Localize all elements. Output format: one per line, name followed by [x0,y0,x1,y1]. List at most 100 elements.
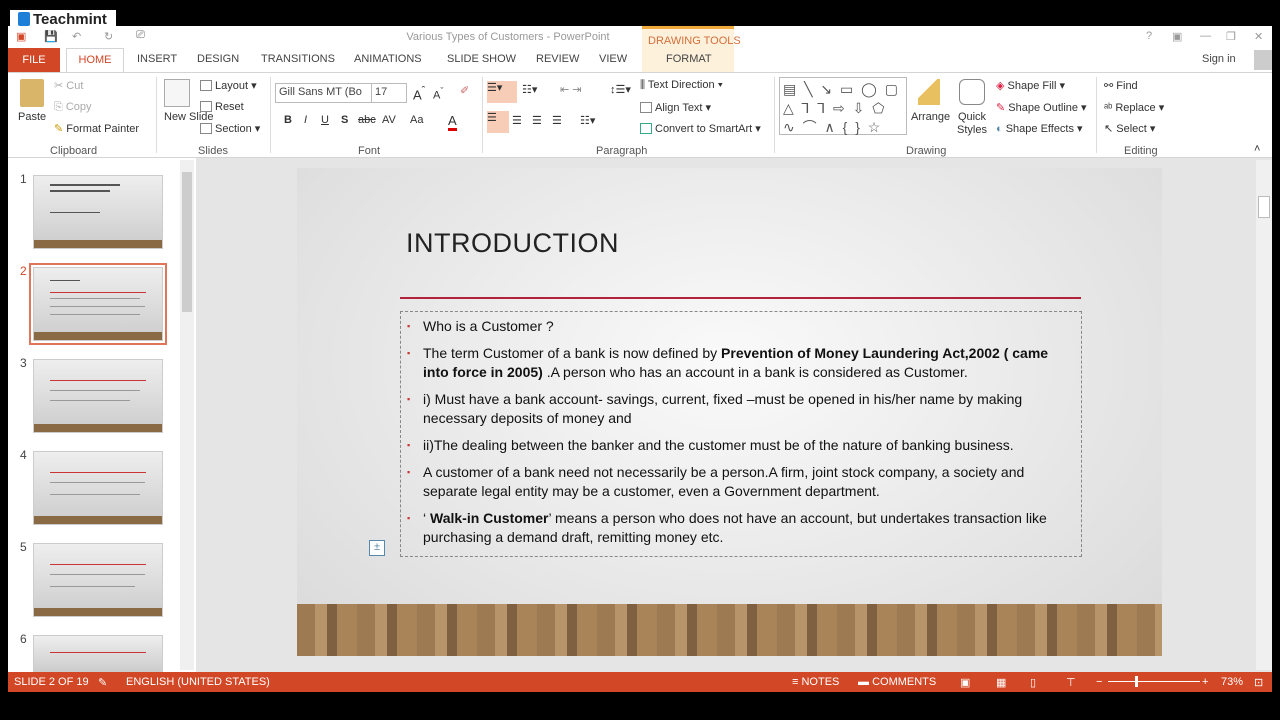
slide-thumbnail-3[interactable] [33,359,163,433]
comments-button[interactable]: ▬ COMMENTS [858,676,936,688]
line-spacing-button[interactable]: ↕☰▾ [610,83,631,96]
shape-effects-button[interactable]: ◐ Shape Effects ▾ [996,122,1083,135]
text-direction-button[interactable]: ⫼ Text Direction ▾ [640,79,723,92]
notes-button[interactable]: ≡ NOTES [792,676,839,688]
align-left-button[interactable]: ☰ [487,111,509,133]
reset-button[interactable]: Reset [200,101,244,113]
tab-file[interactable]: FILE [8,48,60,72]
character-spacing-button[interactable]: AV [382,114,396,126]
bullets-button[interactable]: ☰▾ [487,81,517,103]
autofit-options-icon[interactable]: ± [369,540,385,556]
select-button[interactable]: ↖ Select ▾ [1104,122,1155,135]
divider [270,77,271,153]
slide-sorter-icon[interactable]: ▦ [996,676,1006,689]
columns-button[interactable]: ☷▾ [580,114,595,127]
zoom-slider[interactable] [1108,681,1200,682]
bold-button[interactable]: B [284,114,292,126]
thumbnail-scrollbar[interactable] [180,160,194,670]
format-painter-button[interactable]: ✎ Format Painter [54,122,139,135]
group-slides: Slides [198,145,228,157]
paste-icon[interactable] [20,79,44,107]
sign-in-link[interactable]: Sign in [1202,53,1236,65]
align-center-button[interactable]: ☰ [512,114,522,127]
tab-animations[interactable]: ANIMATIONS [354,53,422,65]
close-button[interactable]: ✕ [1254,30,1263,43]
section-button[interactable]: Section ▾ [200,122,260,135]
arrange-button[interactable]: Arrange [911,111,950,123]
shape-fill-label: Shape Fill [1007,80,1057,92]
tab-insert[interactable]: INSERT [137,53,177,65]
find-button[interactable]: ⚯ Find [1104,79,1138,92]
shape-outline-button[interactable]: ✎ Shape Outline ▾ [996,101,1087,114]
numbering-button[interactable]: ☷▾ [522,83,537,96]
italic-button[interactable]: I [304,114,307,126]
language-indicator[interactable]: ENGLISH (UNITED STATES) [126,676,270,688]
smartart-label: Convert to SmartArt [655,123,753,135]
font-color-button[interactable]: A [448,113,457,131]
zoom-slider-thumb[interactable] [1135,676,1138,687]
quick-styles-icon[interactable] [959,79,985,105]
text-direction-label: Text Direction [647,79,715,91]
copy-button[interactable]: ⎘ Copy [54,101,92,114]
shrink-font-icon[interactable]: Aˇ [433,86,443,102]
slide-counter: SLIDE 2 OF 19 [14,676,89,688]
slideshow-view-icon[interactable]: ⊤ [1066,676,1076,689]
avatar[interactable] [1254,50,1272,70]
decrease-indent-button[interactable]: ⇤ ⇥ [560,83,582,96]
clear-formatting-icon[interactable]: ✐ [460,84,469,97]
minimize-button[interactable]: — [1200,30,1211,42]
tab-review[interactable]: REVIEW [536,53,579,65]
zoom-in-button[interactable]: + [1202,676,1208,688]
tab-home[interactable]: HOME [66,48,124,73]
shadow-button[interactable]: S [341,114,348,126]
maximize-button[interactable]: ❐ [1226,30,1236,43]
grow-font-icon[interactable]: Aˆ [413,85,425,102]
quick-styles-button[interactable]: Quick Styles [954,111,990,137]
align-right-button[interactable]: ☰ [532,114,542,127]
shape-fill-button[interactable]: ◈ Shape Fill ▾ [996,79,1065,92]
paste-button[interactable]: Paste [18,111,46,123]
slide-scrollbar[interactable] [1256,160,1272,670]
font-size-select[interactable]: 17 [371,83,407,103]
scroll-thumb[interactable] [182,172,192,312]
slide-thumbnail-4[interactable] [33,451,163,525]
bullet-text: A customer of a bank need not necessaril… [423,464,1025,499]
tab-view[interactable]: VIEW [599,53,627,65]
scroll-thumb[interactable] [1258,196,1270,218]
tab-design[interactable]: DESIGN [197,53,239,65]
slide-thumbnail-1[interactable] [33,175,163,249]
strikethrough-button[interactable]: abc [358,114,376,126]
slide-thumbnail-2[interactable] [29,263,167,345]
thumb-text [50,482,145,483]
cut-button[interactable]: ✂ Cut [54,79,83,92]
collapse-ribbon-icon[interactable]: ˄ [1254,143,1260,155]
layout-button[interactable]: Layout ▾ [200,79,257,92]
font-name-select[interactable]: Gill Sans MT (Bo [275,83,373,103]
spell-check-icon[interactable]: ✎ [98,676,107,689]
tab-slide-show[interactable]: SLIDE SHOW [447,53,516,65]
convert-smartart-button[interactable]: Convert to SmartArt ▾ [640,122,761,135]
replace-label: Replace [1115,102,1156,114]
justify-button[interactable]: ☰ [552,114,562,127]
tab-transitions[interactable]: TRANSITIONS [261,53,335,65]
zoom-level[interactable]: 73% [1221,676,1243,688]
normal-view-icon[interactable]: ▣ [960,676,970,689]
zoom-out-button[interactable]: − [1096,676,1102,688]
change-case-button[interactable]: Aa [410,114,423,126]
replace-button[interactable]: ᵃᵇ Replace ▾ [1104,101,1164,114]
help-button[interactable]: ? [1146,30,1152,42]
fit-to-window-icon[interactable]: ⊡ [1254,676,1263,689]
slide-title[interactable]: INTRODUCTION [406,228,619,259]
underline-button[interactable]: U [321,114,329,126]
tab-format[interactable]: FORMAT [666,53,712,65]
slide-canvas[interactable]: INTRODUCTION Who is a Customer ? The ter… [297,168,1162,656]
reading-view-icon[interactable]: ▯ [1030,676,1036,689]
slide-thumbnail-6[interactable] [33,635,163,672]
new-slide-icon[interactable] [164,79,190,107]
shapes-gallery[interactable]: ▤ ╲ ↘ ▭ ◯ ▢ △ ⅂ ⅂ ⇨ ⇩ ⬠ ∿ ⌒ ∧ { } ☆ [779,77,907,135]
slide-thumbnail-5[interactable] [33,543,163,617]
ribbon-display-button[interactable]: ▣ [1172,30,1182,43]
content-text-box[interactable]: Who is a Customer ? The term Customer of… [400,311,1082,557]
arrange-icon[interactable] [918,79,940,105]
align-text-button[interactable]: Align Text ▾ [640,101,711,114]
